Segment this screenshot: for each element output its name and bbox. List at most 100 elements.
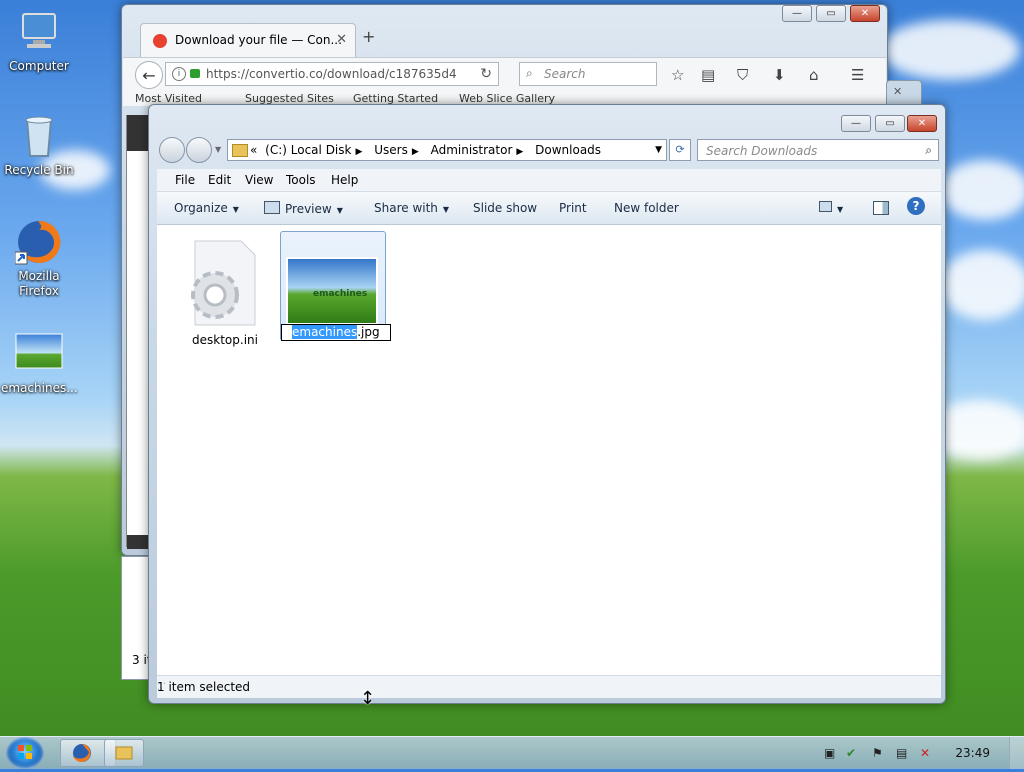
- menu-view[interactable]: View: [245, 173, 273, 187]
- clock[interactable]: 23:49: [955, 746, 990, 760]
- reading-list-icon[interactable]: ▤: [701, 66, 715, 84]
- share-with-button[interactable]: Share with ▼: [374, 201, 449, 215]
- flag-icon[interactable]: ⚑: [872, 746, 883, 760]
- tab-title: Download your file — Con...: [175, 33, 342, 47]
- minimize-button[interactable]: —: [841, 115, 871, 132]
- show-desktop-button[interactable]: [1009, 737, 1024, 769]
- navigation-toolbar: ← i https://convertio.co/download/c18763…: [123, 57, 886, 92]
- chevron-down-icon: ▼: [336, 206, 343, 215]
- close-tab-icon[interactable]: ✕: [336, 32, 347, 47]
- desktop-icon-recycle-bin[interactable]: Recycle Bin: [1, 112, 77, 178]
- menu-help[interactable]: Help: [331, 173, 358, 187]
- view-icon: [819, 201, 832, 212]
- action-center-icon[interactable]: ▣: [824, 746, 835, 760]
- reload-icon[interactable]: ↻: [480, 66, 492, 82]
- new-folder-button[interactable]: New folder: [614, 201, 679, 215]
- rename-extension-text[interactable]: .jpg: [357, 325, 379, 339]
- desktop-icon-emachines[interactable]: emachines...: [1, 330, 78, 396]
- image-thumbnail: emachines: [281, 232, 385, 332]
- file-list-pane[interactable]: desktop.ini emachines emachines.jpg: [157, 225, 941, 675]
- file-item-selected[interactable]: emachines emachines.jpg: [280, 231, 391, 341]
- preview-pane-icon: [873, 201, 889, 215]
- back-button[interactable]: [159, 137, 185, 163]
- cloud: [940, 160, 1024, 220]
- preview-button[interactable]: Preview ▼: [264, 201, 343, 216]
- desktop-icon-computer[interactable]: Computer: [1, 8, 77, 74]
- preview-label: Preview: [285, 202, 332, 216]
- chevron-right-icon[interactable]: ▶: [516, 147, 523, 157]
- desktop-icon-label: emachines...: [1, 381, 78, 395]
- close-button[interactable]: ✕: [907, 115, 937, 132]
- menu-bar: File Edit View Tools Help: [157, 169, 941, 192]
- breadcrumb-item[interactable]: Downloads: [535, 143, 601, 157]
- forward-button[interactable]: [186, 137, 212, 163]
- explorer-window[interactable]: — ▭ ✕ ▼ « (C:) Local Disk ▶ Users ▶ Admini…: [148, 104, 946, 704]
- cloud: [880, 20, 1020, 80]
- start-button[interactable]: [6, 737, 44, 769]
- breadcrumb-item[interactable]: Administrator: [431, 143, 513, 157]
- refresh-button[interactable]: ⟳: [669, 139, 691, 161]
- folder-icon: [232, 144, 248, 157]
- organize-button[interactable]: Organize ▼: [174, 201, 239, 215]
- menu-icon[interactable]: ☰: [851, 66, 864, 84]
- home-icon[interactable]: ⌂: [809, 66, 819, 84]
- breadcrumb-overflow[interactable]: «: [250, 143, 257, 157]
- back-button[interactable]: ←: [135, 61, 163, 89]
- command-bar: Organize ▼ Preview ▼ Share with ▼ Slide sho…: [157, 192, 941, 225]
- network-icon[interactable]: ▤: [896, 746, 907, 760]
- windows-logo-icon: [18, 745, 32, 759]
- desktop-icon-label: Recycle Bin: [4, 163, 74, 177]
- resize-grip-icon[interactable]: ⋰: [157, 682, 937, 692]
- search-input[interactable]: Search Downloads ⌕: [697, 139, 939, 161]
- chevron-right-icon[interactable]: ▶: [412, 147, 419, 157]
- new-tab-button[interactable]: +: [362, 27, 375, 46]
- slide-show-button[interactable]: Slide show: [473, 201, 537, 215]
- url-bar[interactable]: i https://convertio.co/download/c187635d…: [165, 62, 499, 86]
- url-text[interactable]: https://convertio.co/download/c187635d41…: [206, 67, 456, 81]
- file-name[interactable]: desktop.ini: [173, 333, 277, 347]
- chevron-down-icon: ▼: [442, 205, 450, 214]
- rename-field[interactable]: emachines.jpg: [281, 324, 391, 341]
- browser-search-input[interactable]: ⌕ Search: [519, 62, 657, 86]
- chevron-down-icon: ▼: [837, 205, 844, 214]
- security-icon[interactable]: ✔: [846, 746, 856, 760]
- menu-tools[interactable]: Tools: [286, 173, 316, 187]
- chevron-down-icon[interactable]: ▼: [655, 145, 662, 155]
- preview-icon: [264, 201, 280, 214]
- close-icon[interactable]: ✕: [893, 85, 902, 98]
- cloud: [940, 250, 1024, 320]
- desktop-icon-firefox[interactable]: Mozilla Firefox: [1, 218, 77, 299]
- bookmark-star-icon[interactable]: ☆: [671, 66, 684, 84]
- print-button[interactable]: Print: [559, 201, 587, 215]
- breadcrumb-item[interactable]: Users: [374, 143, 408, 157]
- browser-tab[interactable]: Download your file — Con... ✕: [140, 23, 356, 58]
- change-view-button[interactable]: ▼: [819, 201, 843, 215]
- preview-pane-button[interactable]: [873, 201, 889, 218]
- help-icon[interactable]: ?: [907, 197, 925, 215]
- desktop-icon-label: Computer: [9, 59, 69, 73]
- pocket-icon[interactable]: ⛉: [737, 66, 748, 84]
- maximize-button[interactable]: ▭: [875, 115, 905, 132]
- status-bar: 1 item selected ⋰: [157, 675, 941, 698]
- breadcrumb-item[interactable]: (C:) Local Disk: [265, 143, 351, 157]
- menu-file[interactable]: File: [175, 173, 195, 187]
- resize-cursor-icon: ↕: [360, 688, 376, 709]
- downloads-icon[interactable]: ⬇: [773, 66, 786, 84]
- taskbar-explorer[interactable]: [104, 739, 144, 767]
- background-window-caption: ✕: [886, 80, 922, 106]
- close-button[interactable]: ✕: [850, 5, 880, 22]
- address-bar[interactable]: « (C:) Local Disk ▶ Users ▶ Administrator ▶…: [227, 139, 667, 161]
- recent-pages-icon[interactable]: ▼: [215, 145, 221, 154]
- minimize-button[interactable]: —: [782, 5, 812, 22]
- convertio-favicon-icon: [153, 34, 167, 48]
- search-placeholder: Search Downloads: [706, 144, 818, 158]
- chevron-right-icon[interactable]: ▶: [355, 147, 362, 157]
- volume-muted-icon[interactable]: ✕: [920, 746, 930, 760]
- menu-edit[interactable]: Edit: [208, 173, 231, 187]
- chevron-down-icon: ▼: [232, 205, 239, 214]
- rename-selected-text[interactable]: emachines: [292, 325, 358, 339]
- maximize-button[interactable]: ▭: [816, 5, 846, 22]
- computer-icon: [15, 8, 63, 56]
- info-icon[interactable]: i: [172, 67, 186, 81]
- svg-text:emachines: emachines: [313, 289, 367, 299]
